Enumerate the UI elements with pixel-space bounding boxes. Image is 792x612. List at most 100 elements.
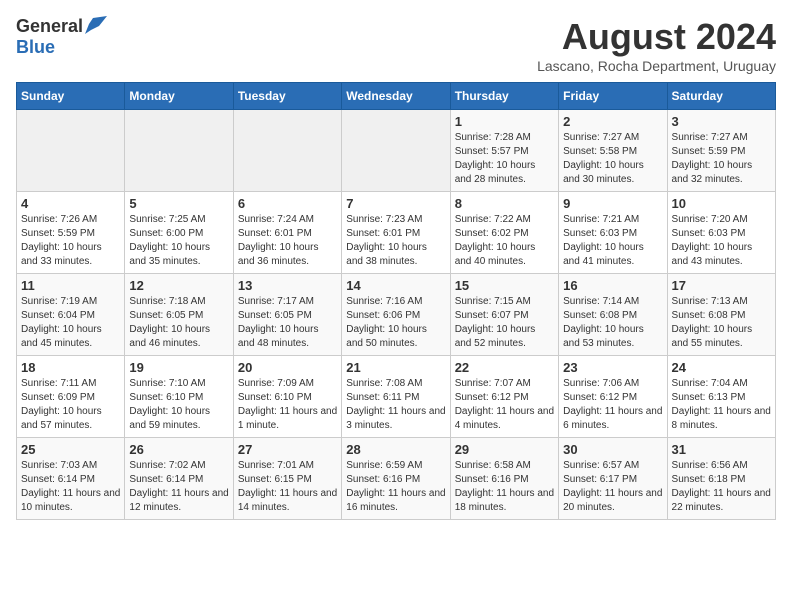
calendar-table: SundayMondayTuesdayWednesdayThursdayFrid… bbox=[16, 82, 776, 520]
calendar-cell: 13Sunrise: 7:17 AMSunset: 6:05 PMDayligh… bbox=[233, 274, 341, 356]
day-info: Sunrise: 7:09 AMSunset: 6:10 PMDaylight:… bbox=[238, 377, 337, 433]
calendar-cell: 29 Sunrise: 6:58 AMSunset: 6:16 PMDayligh… bbox=[450, 438, 558, 520]
calendar-cell bbox=[342, 110, 450, 192]
day-number: 5 bbox=[129, 196, 228, 211]
calendar-cell bbox=[233, 110, 341, 192]
calendar-cell: 31 Sunrise: 6:56 AMSunset: 6:18 PMDayligh… bbox=[667, 438, 775, 520]
calendar-cell: 7Sunrise: 7:23 AMSunset: 6:01 PMDaylight… bbox=[342, 192, 450, 274]
day-info: Sunrise: 7:14 AMSunset: 6:08 PMDaylight:… bbox=[563, 295, 662, 351]
calendar-cell: 15 Sunrise: 7:15 AMSunset: 6:07 PMDayligh… bbox=[450, 274, 558, 356]
day-info: Sunrise: 7:19 AMSunset: 6:04 PMDaylight:… bbox=[21, 295, 120, 351]
day-info: Sunrise: 6:58 AMSunset: 6:16 PMDaylight:… bbox=[455, 459, 554, 515]
month-year-title: August 2024 bbox=[537, 16, 776, 58]
calendar-cell: 24Sunrise: 7:04 AMSunset: 6:13 PMDayligh… bbox=[667, 356, 775, 438]
day-info: Sunrise: 7:04 AMSunset: 6:13 PMDaylight:… bbox=[672, 377, 771, 433]
day-number: 28 bbox=[346, 442, 445, 457]
calendar-cell: 2 Sunrise: 7:27 AMSunset: 5:58 PMDaylight… bbox=[559, 110, 667, 192]
weekday-header-saturday: Saturday bbox=[667, 83, 775, 110]
day-info: Sunrise: 7:27 AMSunset: 5:59 PMDaylight:… bbox=[672, 131, 771, 187]
day-info: Sunrise: 7:24 AMSunset: 6:01 PMDaylight:… bbox=[238, 213, 337, 269]
calendar-cell: 18 Sunrise: 7:11 AMSunset: 6:09 PMDayligh… bbox=[17, 356, 125, 438]
day-info: Sunrise: 7:10 AMSunset: 6:10 PMDaylight:… bbox=[129, 377, 228, 433]
logo: General Blue bbox=[16, 16, 107, 58]
day-info: Sunrise: 7:22 AMSunset: 6:02 PMDaylight:… bbox=[455, 213, 554, 269]
day-number: 20 bbox=[238, 360, 337, 375]
weekday-header-tuesday: Tuesday bbox=[233, 83, 341, 110]
day-info: Sunrise: 6:57 AMSunset: 6:17 PMDaylight:… bbox=[563, 459, 662, 515]
day-number: 9 bbox=[563, 196, 662, 211]
day-info: Sunrise: 7:07 AMSunset: 6:12 PMDaylight:… bbox=[455, 377, 554, 433]
title-block: August 2024 Lascano, Rocha Department, U… bbox=[537, 16, 776, 74]
location-subtitle: Lascano, Rocha Department, Uruguay bbox=[537, 58, 776, 74]
calendar-week-row-5: 25Sunrise: 7:03 AMSunset: 6:14 PMDayligh… bbox=[17, 438, 776, 520]
day-number: 8 bbox=[455, 196, 554, 211]
logo-bird-icon bbox=[85, 16, 107, 34]
day-info: Sunrise: 7:20 AMSunset: 6:03 PMDaylight:… bbox=[672, 213, 771, 269]
weekday-header-wednesday: Wednesday bbox=[342, 83, 450, 110]
day-number: 6 bbox=[238, 196, 337, 211]
day-number: 29 bbox=[455, 442, 554, 457]
day-number: 30 bbox=[563, 442, 662, 457]
calendar-week-row-3: 11 Sunrise: 7:19 AMSunset: 6:04 PMDayligh… bbox=[17, 274, 776, 356]
calendar-cell: 10 Sunrise: 7:20 AMSunset: 6:03 PMDayligh… bbox=[667, 192, 775, 274]
calendar-cell: 25Sunrise: 7:03 AMSunset: 6:14 PMDayligh… bbox=[17, 438, 125, 520]
calendar-cell: 27Sunrise: 7:01 AMSunset: 6:15 PMDayligh… bbox=[233, 438, 341, 520]
calendar-cell: 26 Sunrise: 7:02 AMSunset: 6:14 PMDayligh… bbox=[125, 438, 233, 520]
calendar-cell: 28 Sunrise: 6:59 AMSunset: 6:16 PMDayligh… bbox=[342, 438, 450, 520]
day-number: 19 bbox=[129, 360, 228, 375]
day-number: 31 bbox=[672, 442, 771, 457]
calendar-cell: 6 Sunrise: 7:24 AMSunset: 6:01 PMDaylight… bbox=[233, 192, 341, 274]
day-info: Sunrise: 7:02 AMSunset: 6:14 PMDaylight:… bbox=[129, 459, 228, 515]
calendar-cell: 3 Sunrise: 7:27 AMSunset: 5:59 PMDaylight… bbox=[667, 110, 775, 192]
calendar-week-row-4: 18 Sunrise: 7:11 AMSunset: 6:09 PMDayligh… bbox=[17, 356, 776, 438]
calendar-cell: 20 Sunrise: 7:09 AMSunset: 6:10 PMDayligh… bbox=[233, 356, 341, 438]
logo-general-text: General bbox=[16, 16, 83, 37]
calendar-cell: 30 Sunrise: 6:57 AMSunset: 6:17 PMDayligh… bbox=[559, 438, 667, 520]
day-info: Sunrise: 7:28 AMSunset: 5:57 PMDaylight:… bbox=[455, 131, 554, 187]
day-number: 3 bbox=[672, 114, 771, 129]
weekday-header-sunday: Sunday bbox=[17, 83, 125, 110]
weekday-header-thursday: Thursday bbox=[450, 83, 558, 110]
day-number: 2 bbox=[563, 114, 662, 129]
calendar-cell: 5 Sunrise: 7:25 AMSunset: 6:00 PMDaylight… bbox=[125, 192, 233, 274]
day-info: Sunrise: 7:26 AMSunset: 5:59 PMDaylight:… bbox=[21, 213, 120, 269]
calendar-cell: 4Sunrise: 7:26 AMSunset: 5:59 PMDaylight… bbox=[17, 192, 125, 274]
day-number: 23 bbox=[563, 360, 662, 375]
page-header: General Blue August 2024 Lascano, Rocha … bbox=[16, 16, 776, 74]
day-number: 15 bbox=[455, 278, 554, 293]
calendar-cell: 12 Sunrise: 7:18 AMSunset: 6:05 PMDayligh… bbox=[125, 274, 233, 356]
day-info: Sunrise: 7:11 AMSunset: 6:09 PMDaylight:… bbox=[21, 377, 120, 433]
day-info: Sunrise: 6:56 AMSunset: 6:18 PMDaylight:… bbox=[672, 459, 771, 515]
day-number: 16 bbox=[563, 278, 662, 293]
calendar-cell: 17 Sunrise: 7:13 AMSunset: 6:08 PMDayligh… bbox=[667, 274, 775, 356]
day-number: 17 bbox=[672, 278, 771, 293]
day-number: 11 bbox=[21, 278, 120, 293]
day-number: 10 bbox=[672, 196, 771, 211]
weekday-header-row: SundayMondayTuesdayWednesdayThursdayFrid… bbox=[17, 83, 776, 110]
day-info: Sunrise: 7:16 AMSunset: 6:06 PMDaylight:… bbox=[346, 295, 445, 351]
day-number: 7 bbox=[346, 196, 445, 211]
calendar-cell: 16 Sunrise: 7:14 AMSunset: 6:08 PMDayligh… bbox=[559, 274, 667, 356]
calendar-cell: 22 Sunrise: 7:07 AMSunset: 6:12 PMDayligh… bbox=[450, 356, 558, 438]
calendar-cell: 11 Sunrise: 7:19 AMSunset: 6:04 PMDayligh… bbox=[17, 274, 125, 356]
logo-blue-text: Blue bbox=[16, 37, 55, 58]
day-number: 18 bbox=[21, 360, 120, 375]
calendar-cell: 1Sunrise: 7:28 AMSunset: 5:57 PMDaylight… bbox=[450, 110, 558, 192]
calendar-cell: 9Sunrise: 7:21 AMSunset: 6:03 PMDaylight… bbox=[559, 192, 667, 274]
day-number: 22 bbox=[455, 360, 554, 375]
day-info: Sunrise: 7:27 AMSunset: 5:58 PMDaylight:… bbox=[563, 131, 662, 187]
weekday-header-friday: Friday bbox=[559, 83, 667, 110]
day-info: Sunrise: 6:59 AMSunset: 6:16 PMDaylight:… bbox=[346, 459, 445, 515]
calendar-cell bbox=[125, 110, 233, 192]
day-number: 21 bbox=[346, 360, 445, 375]
calendar-cell bbox=[17, 110, 125, 192]
day-info: Sunrise: 7:08 AMSunset: 6:11 PMDaylight:… bbox=[346, 377, 445, 433]
day-info: Sunrise: 7:25 AMSunset: 6:00 PMDaylight:… bbox=[129, 213, 228, 269]
day-info: Sunrise: 7:15 AMSunset: 6:07 PMDaylight:… bbox=[455, 295, 554, 351]
day-number: 12 bbox=[129, 278, 228, 293]
day-number: 26 bbox=[129, 442, 228, 457]
weekday-header-monday: Monday bbox=[125, 83, 233, 110]
calendar-week-row-2: 4Sunrise: 7:26 AMSunset: 5:59 PMDaylight… bbox=[17, 192, 776, 274]
day-info: Sunrise: 7:18 AMSunset: 6:05 PMDaylight:… bbox=[129, 295, 228, 351]
day-info: Sunrise: 7:13 AMSunset: 6:08 PMDaylight:… bbox=[672, 295, 771, 351]
